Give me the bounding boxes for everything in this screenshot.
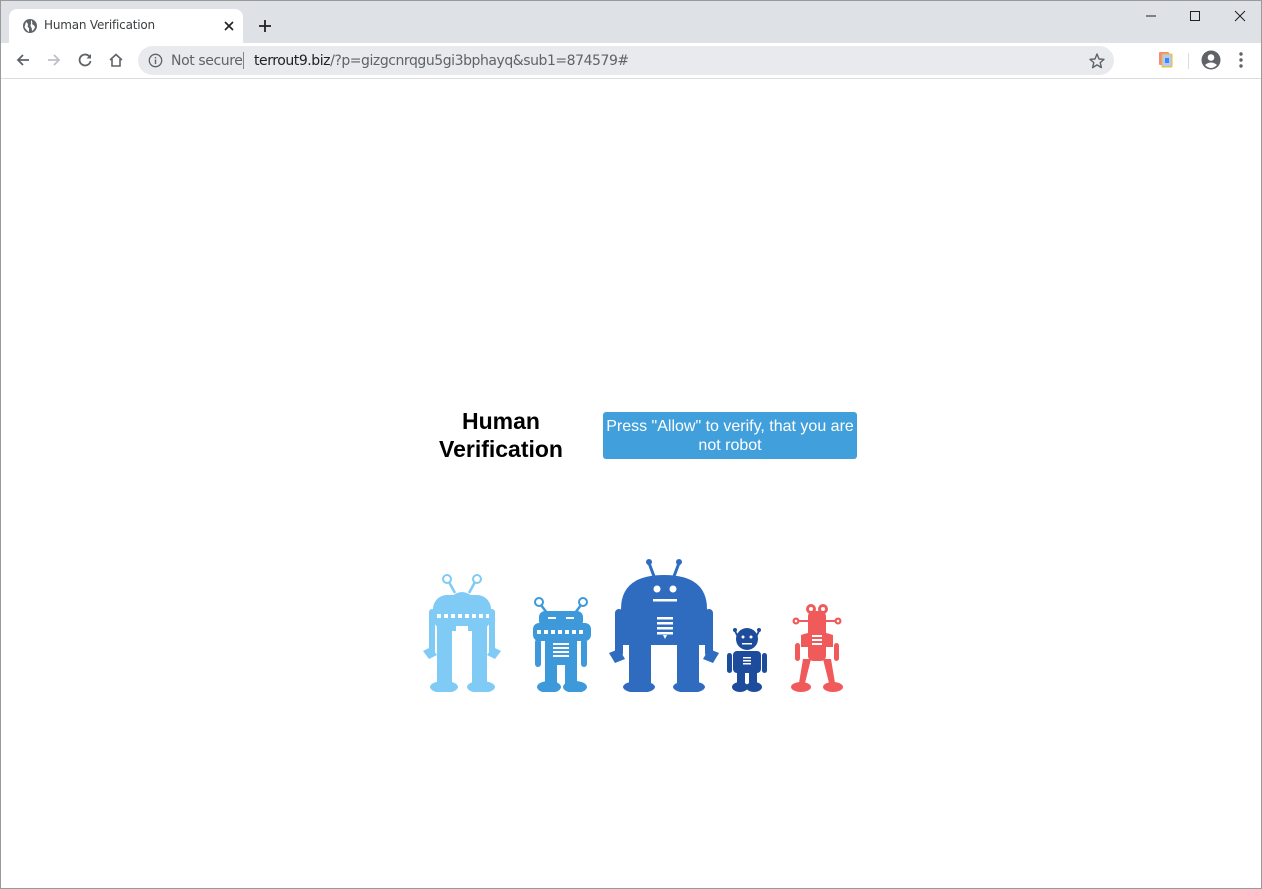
close-icon <box>1234 10 1246 22</box>
big-blue-robot <box>609 559 719 692</box>
extension-icon[interactable] <box>1158 51 1174 69</box>
blue-robot <box>533 597 591 692</box>
address-separator <box>243 52 244 69</box>
info-icon[interactable] <box>148 53 163 68</box>
profile-avatar-icon[interactable] <box>1200 49 1222 71</box>
browser-window: Human Verification Not secure terrout9.b… <box>0 0 1262 889</box>
small-navy-robot <box>727 628 767 692</box>
page-title-line1: Human <box>462 408 540 434</box>
maximize-icon <box>1190 11 1200 21</box>
url-host: terrout9.biz <box>254 53 331 69</box>
tab-strip: Human Verification <box>1 1 1261 43</box>
url-text[interactable]: terrout9.biz/?p=gizgcnrqgu5gi3bphayq&sub… <box>254 53 629 69</box>
page-content: Human Verification Press "Allow" to veri… <box>1 79 1261 888</box>
more-menu-icon[interactable] <box>1233 50 1249 70</box>
minimize-icon <box>1146 15 1156 17</box>
tab-close-button[interactable] <box>220 17 238 35</box>
allow-instruction-banner: Press "Allow" to verify, that you are no… <box>603 412 857 459</box>
tab-human-verification[interactable]: Human Verification <box>9 9 243 43</box>
url-path: /?p=gizgcnrqgu5gi3bphayq&sub1=874579# <box>330 53 629 69</box>
close-icon <box>224 21 234 31</box>
plus-icon <box>259 20 271 32</box>
bookmark-star-icon[interactable] <box>1088 52 1106 70</box>
forward-button[interactable] <box>42 48 66 72</box>
back-arrow-icon <box>16 54 29 66</box>
minimize-button[interactable] <box>1128 1 1174 31</box>
home-icon <box>109 53 123 67</box>
security-status[interactable]: Not secure <box>171 53 243 69</box>
forward-arrow-icon <box>48 54 61 66</box>
light-blue-robot <box>423 574 501 692</box>
toolbar-separator <box>1188 53 1189 69</box>
close-window-button[interactable] <box>1217 1 1261 31</box>
new-tab-button[interactable] <box>254 15 276 37</box>
reload-button[interactable] <box>73 48 97 72</box>
home-button[interactable] <box>104 48 128 72</box>
back-button[interactable] <box>11 48 35 72</box>
red-robot <box>791 604 843 692</box>
browser-toolbar: Not secure terrout9.biz/?p=gizgcnrqgu5gi… <box>1 43 1261 79</box>
address-bar[interactable]: Not secure terrout9.biz/?p=gizgcnrqgu5gi… <box>138 46 1114 75</box>
page-title: Human Verification <box>421 407 581 463</box>
page-title-line2: Verification <box>439 436 563 462</box>
maximize-button[interactable] <box>1172 1 1218 31</box>
globe-icon <box>23 19 37 33</box>
reload-icon <box>78 53 92 67</box>
robots-illustration <box>423 559 843 692</box>
tab-title: Human Verification <box>44 18 155 32</box>
